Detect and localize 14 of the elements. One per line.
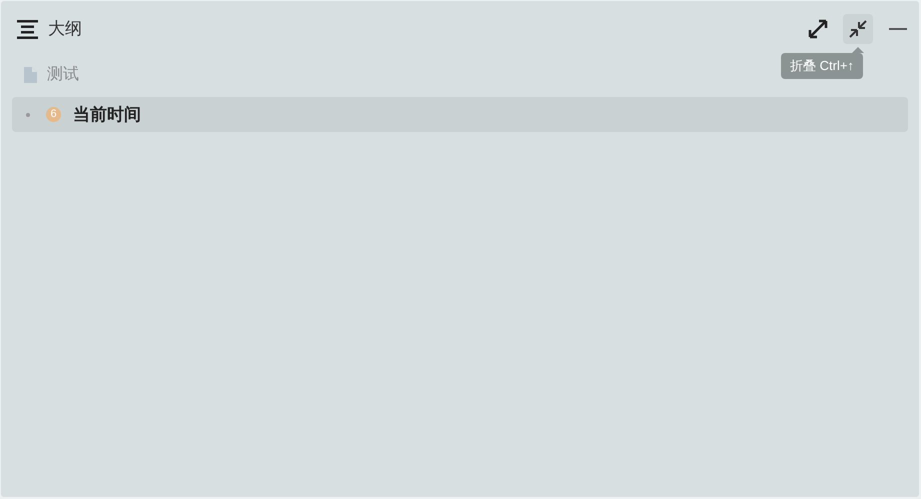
expand-icon [808, 19, 828, 39]
collapse-icon [848, 19, 868, 39]
tooltip-pointer-icon [852, 47, 864, 53]
item-label: 测试 [47, 64, 79, 84]
panel-title: 大纲 [48, 18, 82, 40]
item-label: 当前时间 [73, 104, 141, 126]
minimize-icon [889, 28, 907, 30]
tooltip: 折叠 Ctrl+↑ [781, 53, 863, 79]
bullet-icon [26, 112, 30, 116]
outline-icon [17, 20, 38, 38]
heading-level-badge: 6 [46, 107, 61, 122]
outline-item[interactable]: 6 当前时间 [12, 97, 908, 132]
collapse-button[interactable] [843, 14, 873, 44]
document-icon [24, 66, 37, 82]
